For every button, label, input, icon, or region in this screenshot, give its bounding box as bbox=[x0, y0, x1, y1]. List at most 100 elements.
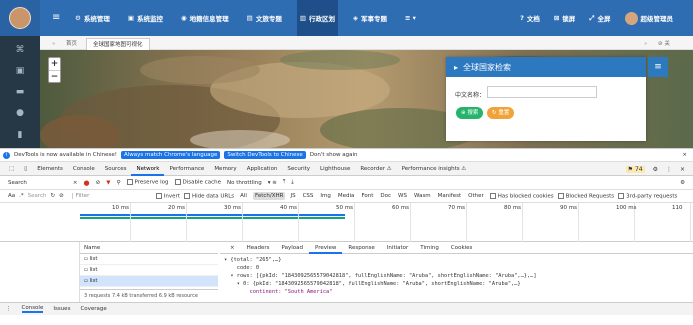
panel-menu-icon[interactable]: ≡ bbox=[648, 57, 668, 77]
detail-tab[interactable]: Cookies bbox=[445, 242, 479, 254]
header-expand[interactable]: ⤢ 全屏 bbox=[589, 13, 610, 24]
disable-cache-checkbox[interactable]: Disable cache bbox=[174, 179, 221, 186]
hamburger-menu-icon[interactable]: ≡ bbox=[52, 12, 60, 23]
throttling-select[interactable]: No throttling bbox=[227, 180, 262, 186]
clear-icon[interactable]: ⊘ bbox=[96, 180, 101, 186]
settings-gear-icon[interactable]: ⚙ bbox=[653, 166, 658, 173]
nav-item-map[interactable]: ◉ 地籍信息管理 bbox=[178, 0, 232, 36]
nav-item-doc[interactable]: ▤ 文旅专题 bbox=[244, 0, 285, 36]
regex-toggle[interactable]: .* bbox=[19, 193, 24, 199]
upload-icon[interactable]: ⤒ bbox=[283, 179, 285, 186]
json-line[interactable]: ▾ 0: {pkId: "1843092565579042818", fullE… bbox=[224, 280, 521, 288]
switch-chinese-button[interactable]: Switch DevTools to Chinese bbox=[224, 151, 306, 159]
type-filter[interactable]: Manifest bbox=[436, 192, 463, 200]
nav-item-gear[interactable]: ⚙ 系统管理 bbox=[72, 0, 113, 36]
close-search-icon[interactable]: × bbox=[73, 180, 78, 186]
third-party-checkbox[interactable]: 3rd-party requests bbox=[618, 192, 677, 199]
devtools-tab[interactable]: Recorder ⚠ bbox=[355, 162, 396, 176]
header-question[interactable]: ? 文档 bbox=[520, 13, 540, 23]
devtools-tab[interactable]: Application bbox=[242, 162, 283, 176]
type-filter[interactable]: Doc bbox=[378, 192, 393, 200]
type-filter[interactable]: Media bbox=[336, 192, 357, 200]
layers-icon[interactable]: ▣ bbox=[13, 65, 27, 77]
network-settings-icon[interactable]: ⚙ bbox=[680, 180, 685, 186]
filter-funnel-icon[interactable]: ▼ bbox=[106, 180, 110, 186]
type-filter[interactable]: Wasm bbox=[412, 192, 433, 200]
dont-show-button[interactable]: Don't show again bbox=[310, 152, 358, 158]
tab-close-all-icon[interactable]: ⊘ 关 bbox=[652, 38, 676, 50]
blocked-cookies-checkbox[interactable]: Has blocked cookies bbox=[489, 192, 554, 199]
header-user[interactable]: 超级管理员 bbox=[624, 11, 673, 25]
location-icon[interactable]: ● bbox=[13, 107, 27, 119]
clear-search-icon[interactable]: ⊘ bbox=[59, 193, 64, 199]
grid-icon[interactable]: ⌘ bbox=[13, 44, 27, 56]
filter-input[interactable]: Filter bbox=[71, 193, 152, 199]
header-lock[interactable]: ⊠ 锁屏 bbox=[554, 13, 575, 23]
type-filter[interactable]: CSS bbox=[301, 192, 316, 200]
devtools-tab[interactable]: Performance bbox=[164, 162, 209, 176]
nav-item-building[interactable]: ▥ 行政区划 bbox=[296, 0, 338, 36]
detail-tab[interactable]: Preview bbox=[308, 242, 343, 254]
request-row-selected[interactable]: ▫ list bbox=[80, 276, 218, 287]
refresh-icon[interactable]: ↻ bbox=[51, 193, 56, 199]
detail-tab[interactable]: Initiator bbox=[381, 242, 414, 254]
type-filter[interactable]: WS bbox=[396, 192, 409, 200]
search-button[interactable]: ⊕ 搜索 bbox=[456, 107, 484, 119]
issues-badge[interactable]: ⚑ 74 bbox=[625, 165, 645, 173]
book-icon[interactable]: ▬ bbox=[13, 86, 27, 98]
wifi-icon[interactable]: ▾ ≋ bbox=[268, 180, 277, 186]
devtools-tab[interactable]: Memory bbox=[209, 162, 241, 176]
close-icon[interactable]: × bbox=[682, 152, 687, 158]
network-timeline[interactable]: 10 ms 20 ms 30 ms 40 ms 50 ms 60 ms 70 ms 80 ms… bbox=[0, 203, 693, 242]
devtools-tab[interactable]: Elements bbox=[32, 162, 68, 176]
match-language-button[interactable]: Always match Chrome's language bbox=[120, 151, 221, 159]
type-filter[interactable]: Img bbox=[318, 192, 332, 200]
devtools-tab[interactable]: Performance insights ⚠ bbox=[397, 162, 472, 176]
devtools-tab[interactable]: Console bbox=[68, 162, 100, 176]
type-all[interactable]: All bbox=[238, 192, 249, 200]
chart-icon[interactable]: ▮ bbox=[13, 129, 27, 141]
more-vert-icon[interactable]: ⋮ bbox=[666, 166, 672, 173]
device-icon[interactable]: ▯ bbox=[19, 162, 32, 176]
name-input[interactable] bbox=[487, 86, 597, 98]
blocked-requests-checkbox[interactable]: Blocked Requests bbox=[557, 192, 614, 199]
preserve-log-checkbox[interactable]: Preserve log bbox=[126, 179, 169, 186]
inspect-icon[interactable]: ⬚ bbox=[4, 162, 19, 176]
invert-checkbox[interactable]: Invert bbox=[155, 192, 180, 199]
close-devtools-icon[interactable]: × bbox=[680, 166, 685, 173]
type-filter[interactable]: Fetch/XHR bbox=[252, 192, 286, 200]
tab-global-map[interactable]: 全球国家地图可视化 bbox=[86, 38, 150, 50]
search-icon[interactable]: ⚲ bbox=[116, 180, 120, 186]
drawer-tab[interactable]: Issues bbox=[53, 306, 70, 312]
detail-tab[interactable]: Headers bbox=[241, 242, 276, 254]
close-detail-icon[interactable]: × bbox=[224, 242, 241, 254]
reset-button[interactable]: ↻ 重置 bbox=[487, 107, 515, 119]
search-tab-label[interactable]: Search bbox=[8, 180, 27, 186]
search-field[interactable]: Search bbox=[28, 193, 47, 199]
tab-home[interactable]: 首页 bbox=[60, 38, 83, 50]
type-filter[interactable]: JS bbox=[288, 192, 297, 200]
devtools-tab[interactable]: Network bbox=[131, 162, 165, 176]
drawer-tab[interactable]: Coverage bbox=[80, 306, 106, 312]
detail-tab[interactable]: Response bbox=[342, 242, 380, 254]
detail-tab[interactable]: Timing bbox=[414, 242, 445, 254]
type-filter[interactable]: Font bbox=[359, 192, 375, 200]
hide-data-urls-checkbox[interactable]: Hide data URLs bbox=[183, 192, 234, 199]
json-line[interactable]: ▾ rows: [{pkId: "1843092565579042818", f… bbox=[224, 272, 536, 280]
zoom-in-button[interactable]: + bbox=[49, 58, 60, 71]
devtools-tab[interactable]: Lighthouse bbox=[315, 162, 355, 176]
drawer-menu-icon[interactable]: ⋮ bbox=[6, 306, 12, 312]
download-icon[interactable]: ⤓ bbox=[291, 179, 293, 186]
request-row[interactable]: ▫ list bbox=[80, 254, 218, 265]
json-line[interactable]: ▾ {total: "265",…} bbox=[224, 256, 281, 264]
drawer-tab[interactable]: Console bbox=[21, 305, 44, 313]
devtools-tab[interactable]: Security bbox=[282, 162, 315, 176]
zoom-out-button[interactable]: − bbox=[49, 71, 60, 84]
record-icon[interactable]: ● bbox=[84, 179, 90, 187]
type-filter[interactable]: Other bbox=[466, 192, 486, 200]
nav-item-shield[interactable]: ◈ 军事专题 bbox=[350, 0, 390, 36]
nav-item-more[interactable]: ≡ ▾ bbox=[402, 0, 419, 36]
devtools-tab[interactable]: Sources bbox=[100, 162, 132, 176]
requests-name-header[interactable]: Name bbox=[80, 242, 218, 254]
request-row[interactable]: ▫ list bbox=[80, 265, 218, 276]
